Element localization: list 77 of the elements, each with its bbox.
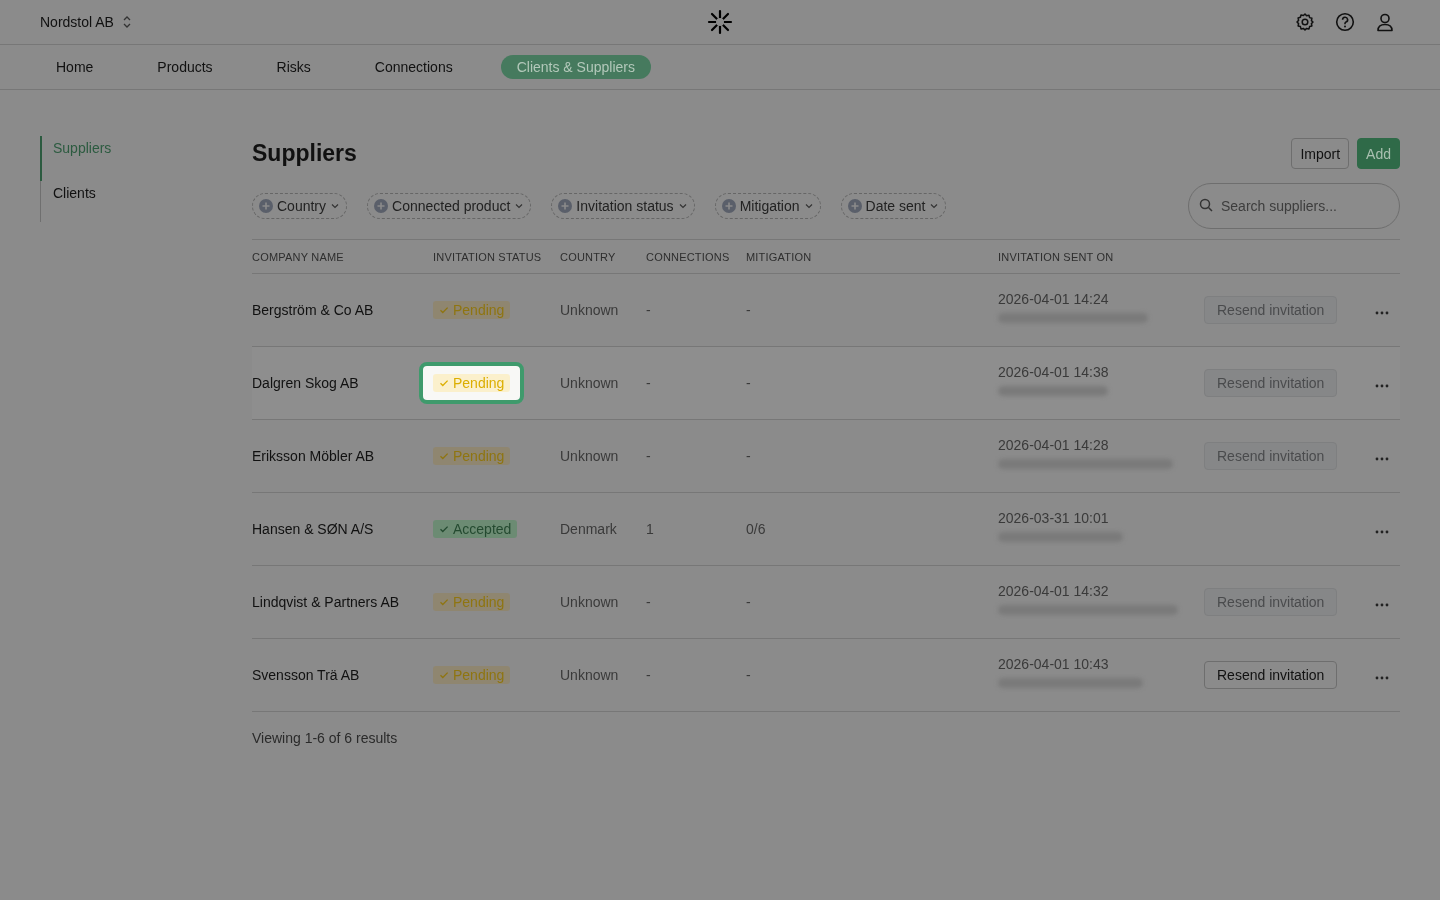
status-badge: Pending [433, 374, 511, 392]
company-name: Lindqvist & Partners AB [252, 594, 400, 610]
search-field[interactable]: Search suppliers... [1188, 183, 1400, 229]
logo-icon [707, 9, 733, 35]
mitigation-value: - [746, 375, 751, 391]
mitigation-value: 0/6 [746, 521, 766, 537]
nav-tab[interactable]: Clients & Suppliers [500, 55, 651, 79]
status-badge: Pending [433, 447, 511, 465]
more-icon[interactable] [1375, 311, 1389, 315]
column-header: MITIGATION [746, 240, 998, 274]
connections-count: - [646, 667, 651, 683]
search-icon [1199, 198, 1213, 212]
chevron-down-icon [677, 201, 688, 211]
add-button[interactable]: Add [1357, 138, 1400, 169]
chevron-down-icon [803, 201, 814, 211]
mitigation-value: - [746, 667, 751, 683]
sent-date: 2026-04-01 14:28 [998, 437, 1110, 453]
settings-icon[interactable] [1295, 12, 1315, 32]
country-text: Unknown [560, 375, 619, 391]
mitigation-value: - [746, 448, 751, 464]
plus-circle-icon [259, 199, 273, 213]
plus-circle-icon [374, 199, 389, 213]
status-badge: Pending [433, 666, 511, 684]
user-icon[interactable] [1375, 12, 1395, 32]
company-name: Svensson Trä AB [252, 667, 360, 683]
more-icon[interactable] [1375, 530, 1389, 534]
column-header: COMPANY NAME [252, 240, 433, 274]
nav-tab[interactable]: Home [40, 55, 110, 79]
connections-count: - [646, 448, 651, 464]
chevron-down-icon [330, 201, 341, 211]
company-name: Bergström & Co AB [252, 302, 374, 318]
import-button[interactable]: Import [1291, 138, 1350, 169]
status-badge: Pending [433, 593, 511, 611]
country-text: Unknown [560, 667, 619, 683]
sidebar-item[interactable]: Clients [40, 181, 252, 222]
chevron-down-icon [929, 201, 940, 211]
mitigation-value: - [746, 594, 751, 610]
nav-tab[interactable]: Connections [358, 55, 469, 79]
sent-date: 2026-04-01 10:43 [998, 656, 1110, 672]
status-badge: Pending [433, 301, 511, 319]
country-text: Unknown [560, 448, 619, 464]
more-icon[interactable] [1375, 603, 1389, 607]
company-name: Dalgren Skog AB [252, 375, 359, 391]
sent-date: 2026-04-01 14:24 [998, 291, 1110, 307]
more-icon[interactable] [1375, 676, 1389, 680]
plus-circle-icon [847, 199, 862, 213]
chevron-down-icon [514, 201, 525, 211]
resend-invitation-button[interactable]: Resend invitation [1204, 661, 1338, 689]
results-summary: Viewing 1-6 of 6 results [252, 730, 399, 746]
sent-date: 2026-03-31 10:01 [998, 510, 1110, 526]
nav-tab[interactable]: Risks [260, 55, 327, 79]
connections-count: - [646, 594, 651, 610]
country-text: Unknown [560, 594, 619, 610]
company-name: Hansen & SØN A/S [252, 521, 374, 537]
sent-date: 2026-04-01 14:32 [998, 583, 1110, 599]
column-header: INVITATION SENT ON [998, 240, 1204, 274]
organization-name: Nordstol AB [40, 14, 114, 30]
chevron-updown-icon[interactable] [121, 15, 132, 29]
more-icon[interactable] [1375, 457, 1389, 461]
column-header: COUNTRY [560, 240, 646, 274]
connections-count: 1 [646, 521, 654, 537]
sent-date: 2026-04-01 14:38 [998, 364, 1110, 380]
country-text: Unknown [560, 302, 619, 318]
plus-circle-icon [721, 199, 736, 213]
mitigation-value: - [746, 302, 751, 318]
connections-count: - [646, 375, 651, 391]
country-text: Denmark [560, 521, 617, 537]
company-name: Eriksson Möbler AB [252, 448, 375, 464]
column-header: INVITATION STATUS [433, 240, 560, 274]
column-header: CONNECTIONS [646, 240, 746, 274]
nav-tab[interactable]: Products [141, 55, 229, 79]
plus-circle-icon [558, 199, 573, 213]
more-icon[interactable] [1375, 384, 1389, 388]
page-title: Suppliers [252, 140, 357, 167]
connections-count: - [646, 302, 651, 318]
help-icon[interactable] [1335, 12, 1355, 32]
status-badge: Accepted [433, 520, 518, 538]
